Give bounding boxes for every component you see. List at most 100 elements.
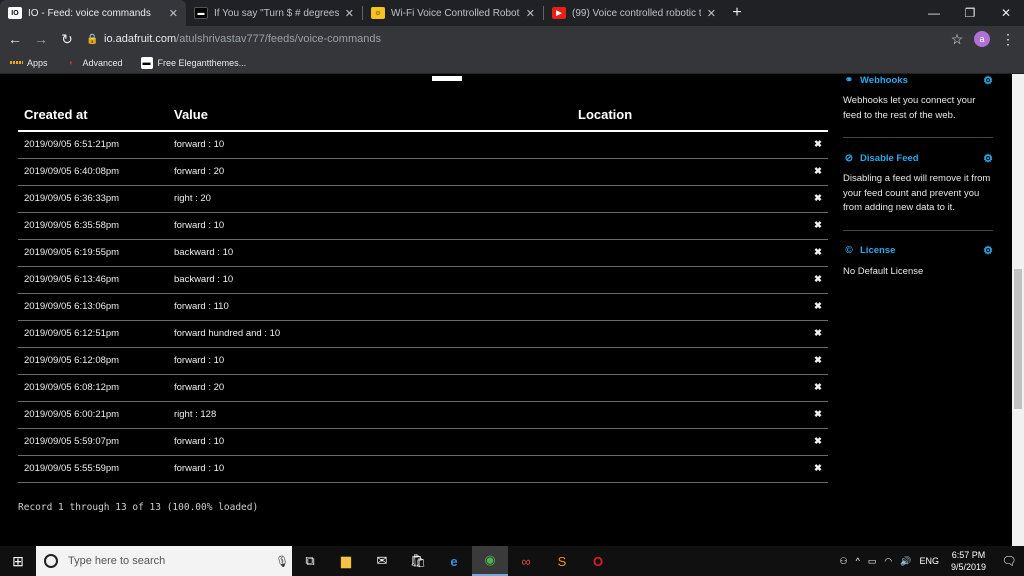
forward-arrow-icon[interactable]: → [30,28,52,50]
header-created-at[interactable]: Created at [18,98,168,132]
clock-time: 6:57 PM [951,550,986,560]
close-tab-icon[interactable]: ✕ [345,7,354,20]
windows-start-icon[interactable]: ⊞ [0,546,36,576]
bookmark-star-icon[interactable]: ☆ [946,31,968,48]
store-icon[interactable]: 🛍 [400,546,436,576]
delete-record-icon[interactable]: ✖ [802,131,828,159]
delete-record-icon[interactable]: ✖ [802,320,828,348]
created-at-cell: 2019/09/05 6:13:46pm [18,266,168,294]
created-at-cell: 2019/09/05 6:19:55pm [18,239,168,267]
instructables-logo-icon: ☺ [371,7,385,19]
tray-chevron-icon[interactable]: ^ [856,556,860,566]
bookmark-apps[interactable]: Apps [10,57,48,69]
profile-avatar[interactable]: a [974,31,990,47]
delete-record-icon[interactable]: ✖ [802,293,828,321]
delete-record-icon[interactable]: ✖ [802,401,828,429]
bookmark-label: Advanced [82,57,123,68]
tab-youtube[interactable]: ▶ (99) Voice controlled robotic tank ✕ [544,0,724,26]
system-tray: ⚇ ^ ▭ ◠ 🔊 ENG 6:57 PM 9/5/2019 🗨 [836,546,1024,576]
close-tab-icon[interactable]: ✕ [526,7,535,20]
taskbar-search[interactable]: Type here to search 🎙 [36,546,292,576]
delete-record-icon[interactable]: ✖ [802,374,828,402]
menu-kebab-icon[interactable]: ⋮ [1000,31,1016,48]
table-row: 2019/09/05 6:12:08pm forward : 10 ✖ [18,347,828,375]
elegantthemes-favicon-icon: ▬ [140,56,153,69]
chrome-icon[interactable]: ◉ [472,546,508,576]
location-cell [572,320,802,348]
tab-ifttt[interactable]: ▬ If You say "Turn $ # degrees", the ✕ [186,0,362,26]
value-cell: forward : 110 [168,293,572,321]
bookmark-elegantthemes[interactable]: ▬ Free Elegantthemes... [140,56,247,69]
lock-icon: 🔒 [86,33,99,45]
clock[interactable]: 6:57 PM 9/5/2019 [951,549,986,573]
created-at-cell: 2019/09/05 6:12:51pm [18,320,168,348]
table-row: 2019/09/05 5:59:07pm forward : 10 ✖ [18,428,828,456]
webhooks-gear-icon[interactable]: ⚙ [983,74,993,87]
microphone-icon[interactable]: 🎙 [272,555,292,568]
license-title[interactable]: License [860,245,895,256]
bookmark-advanced[interactable]: ◐ Advanced [66,57,123,69]
delete-record-icon[interactable]: ✖ [802,266,828,294]
webhooks-title[interactable]: Webhooks [860,75,908,86]
opera-icon[interactable]: O [580,546,616,576]
file-explorer-icon[interactable]: ▆ [328,546,364,576]
language-indicator[interactable]: ENG [919,556,939,566]
disable-gear-icon[interactable]: ⚙ [983,152,993,165]
location-cell [572,374,802,402]
created-at-cell: 2019/09/05 6:00:21pm [18,401,168,429]
url-host: io.adafruit.com [104,33,177,45]
new-tab-button[interactable]: + [724,0,750,26]
tab-instructables[interactable]: ☺ Wi-Fi Voice Controlled Robot Usi ✕ [363,0,543,26]
edge-icon[interactable]: e [436,546,472,576]
people-icon[interactable]: ⚇ [840,556,848,567]
feed-data-table: Created at Value Location 2019/09/05 6:5… [18,98,828,483]
windows-taskbar: ⊞ Type here to search 🎙 ⧉ ▆ ✉ 🛍 e ◉ ∞ S … [0,546,1024,576]
delete-record-icon[interactable]: ✖ [802,428,828,456]
top-indicator [432,76,462,81]
battery-icon[interactable]: ▭ [868,556,877,567]
bookmarks-bar: Apps ◐ Advanced ▬ Free Elegantthemes... [0,52,1024,74]
wifi-icon[interactable]: ◠ [884,556,892,567]
volume-icon[interactable]: 🔊 [900,556,911,567]
feed-sidebar: ⚭ Webhooks ⚙ Webhooks let you connect yo… [843,74,993,307]
delete-record-icon[interactable]: ✖ [802,239,828,267]
delete-record-icon[interactable]: ✖ [802,158,828,186]
license-gear-icon[interactable]: ⚙ [983,244,993,257]
notifications-icon[interactable]: 🗨 [994,554,1024,568]
ifttt-logo-icon: ▬ [194,7,208,19]
scrollbar-thumb[interactable] [1014,269,1022,409]
value-cell: forward : 20 [168,374,572,402]
location-cell [572,401,802,429]
back-arrow-icon[interactable]: ← [4,28,26,50]
mail-icon[interactable]: ✉ [364,546,400,576]
delete-record-icon[interactable]: ✖ [802,347,828,375]
address-bar[interactable]: 🔒 io.adafruit.com/atulshrivastav777/feed… [86,28,946,50]
delete-record-icon[interactable]: ✖ [802,455,828,483]
page-scrollbar[interactable] [1012,74,1024,546]
value-cell: backward : 10 [168,239,572,267]
delete-record-icon[interactable]: ✖ [802,212,828,240]
header-value[interactable]: Value [168,98,572,132]
tab-title: If You say "Turn $ # degrees", the [214,7,339,19]
tab-io-feed[interactable]: IO IO - Feed: voice commands ✕ [0,0,186,26]
header-location[interactable]: Location [572,98,802,132]
header-actions [802,98,828,132]
bookmark-label: Free Elegantthemes... [157,57,247,68]
delete-record-icon[interactable]: ✖ [802,185,828,213]
arduino-icon[interactable]: ∞ [508,546,544,576]
close-tab-icon[interactable]: ✕ [169,7,178,20]
close-tab-icon[interactable]: ✕ [707,7,716,20]
sublime-icon[interactable]: S [544,546,580,576]
location-cell [572,239,802,267]
disable-feed-section: ⊘ Disable Feed ⚙ Disabling a feed will r… [843,152,993,231]
location-cell [572,293,802,321]
minimize-icon[interactable]: — [916,0,952,26]
task-view-icon[interactable]: ⧉ [292,546,328,576]
location-cell [572,455,802,483]
restore-icon[interactable]: ❐ [952,0,988,26]
close-window-icon[interactable]: ✕ [988,0,1024,26]
table-row: 2019/09/05 6:19:55pm backward : 10 ✖ [18,239,828,267]
value-cell: right : 128 [168,401,572,429]
disable-feed-title[interactable]: Disable Feed [860,153,919,164]
reload-icon[interactable]: ↻ [56,28,78,50]
